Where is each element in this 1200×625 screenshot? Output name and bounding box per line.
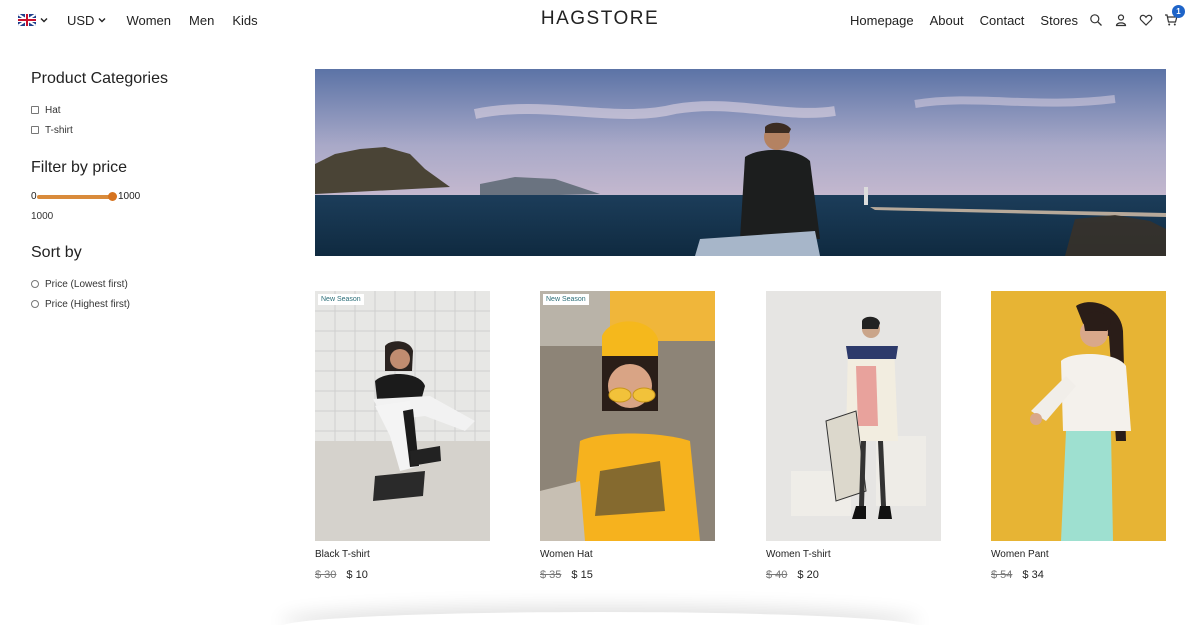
category-hat-option[interactable]: Hat — [31, 100, 271, 120]
radio-button[interactable] — [31, 300, 39, 308]
price-max-label: 1000 — [118, 191, 141, 202]
heart-icon[interactable] — [1139, 13, 1153, 27]
current-price: $ 34 — [1022, 569, 1044, 581]
filter-sidebar: Product Categories Hat T-shirt Filter by… — [31, 70, 271, 314]
category-label: T-shirt — [45, 124, 73, 136]
nav-link-about[interactable]: About — [930, 13, 964, 28]
sort-highest-option[interactable]: Price (Highest first) — [31, 294, 271, 314]
nav-link-men[interactable]: Men — [189, 13, 214, 28]
category-label: Hat — [45, 104, 61, 116]
footer-edge-shadow — [280, 612, 920, 625]
old-price: $ 35 — [540, 569, 562, 581]
new-season-badge: New Season — [543, 294, 589, 305]
product-card[interactable]: New Season Women Hat $ 35 $ 15 — [540, 291, 715, 581]
current-price: $ 20 — [797, 569, 819, 581]
user-icon[interactable] — [1114, 13, 1128, 27]
search-icon[interactable] — [1089, 13, 1103, 27]
price-filter-title: Filter by price — [31, 159, 128, 176]
radio-button[interactable] — [31, 280, 39, 288]
currency-selector[interactable]: USD — [67, 13, 107, 28]
seaside-photo — [315, 69, 1166, 256]
new-season-badge: New Season — [318, 294, 364, 305]
product-prices: $ 30 $ 10 — [315, 569, 490, 581]
top-navbar: USD Women Men Kids HAGSTORE Homepage Abo… — [0, 0, 1200, 40]
nav-link-homepage[interactable]: Homepage — [850, 13, 914, 28]
nav-left: USD Women Men Kids — [18, 0, 258, 40]
checkbox[interactable] — [31, 126, 39, 134]
product-image[interactable] — [991, 291, 1166, 541]
product-prices: $ 54 $ 34 — [991, 569, 1166, 581]
checkbox[interactable] — [31, 106, 39, 114]
nav-right: Homepage About Contact Stores 1 — [834, 0, 1185, 40]
product-name[interactable]: Women T-shirt — [766, 549, 941, 560]
chevron-down-icon — [40, 18, 48, 23]
sort-lowest-option[interactable]: Price (Lowest first) — [31, 274, 271, 294]
product-name[interactable]: Women Pant — [991, 549, 1166, 560]
slider-handle[interactable] — [108, 192, 117, 201]
nav-link-contact[interactable]: Contact — [980, 13, 1025, 28]
product-image[interactable]: New Season — [315, 291, 490, 541]
selected-price-value: 1000 — [31, 211, 54, 222]
category-tshirt-option[interactable]: T-shirt — [31, 120, 271, 140]
nav-link-women[interactable]: Women — [126, 13, 171, 28]
product-image[interactable]: New Season — [540, 291, 715, 541]
product-photo — [540, 291, 715, 541]
uk-flag-icon — [18, 14, 36, 26]
product-card[interactable]: Women Pant $ 54 $ 34 — [991, 291, 1166, 581]
hero-banner-image — [315, 69, 1166, 256]
currency-label: USD — [67, 12, 95, 28]
sort-option-label: Price (Lowest first) — [45, 278, 128, 290]
product-photo — [315, 291, 490, 541]
price-range-slider[interactable]: 0 1000 — [31, 189, 271, 205]
categories-title: Product Categories — [31, 70, 168, 87]
product-photo — [991, 291, 1166, 541]
product-name[interactable]: Women Hat — [540, 549, 715, 560]
product-card[interactable]: New Season Black T-shirt $ 30 $ 10 — [315, 291, 490, 581]
product-prices: $ 35 $ 15 — [540, 569, 715, 581]
slider-track[interactable] — [37, 195, 113, 199]
site-logo[interactable]: HAGSTORE — [541, 8, 659, 29]
nav-link-kids[interactable]: Kids — [232, 13, 257, 28]
price-min-label: 0 — [31, 191, 37, 202]
sort-title: Sort by — [31, 244, 82, 261]
sort-option-label: Price (Highest first) — [45, 298, 131, 310]
cart-count-badge: 1 — [1172, 5, 1185, 18]
nav-link-stores[interactable]: Stores — [1040, 13, 1078, 28]
old-price: $ 30 — [315, 569, 337, 581]
product-image[interactable] — [766, 291, 941, 541]
current-price: $ 10 — [346, 569, 368, 581]
product-photo — [766, 291, 941, 541]
old-price: $ 54 — [991, 569, 1013, 581]
language-selector[interactable] — [18, 14, 49, 26]
product-prices: $ 40 $ 20 — [766, 569, 941, 581]
cart-icon[interactable]: 1 — [1164, 5, 1185, 27]
product-name[interactable]: Black T-shirt — [315, 549, 490, 560]
product-card[interactable]: Women T-shirt $ 40 $ 20 — [766, 291, 941, 581]
chevron-down-icon — [98, 18, 106, 23]
current-price: $ 15 — [571, 569, 593, 581]
old-price: $ 40 — [766, 569, 788, 581]
